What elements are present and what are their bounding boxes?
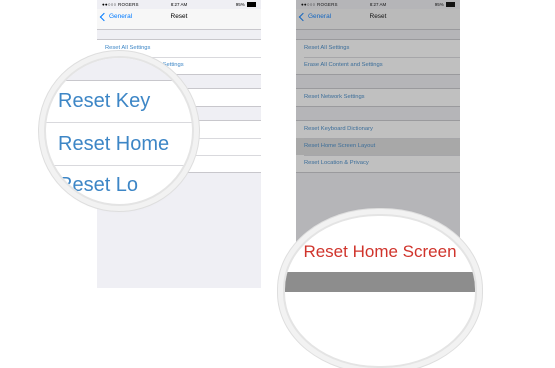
speck bbox=[410, 216, 412, 218]
battery-percent: 95% bbox=[235, 2, 245, 7]
battery-indicator: 95% bbox=[235, 2, 256, 8]
settings-group: Reset Network Settings bbox=[296, 88, 460, 107]
reset-keyboard-dictionary-row[interactable]: Reset Keyboard Dictionary bbox=[296, 121, 460, 138]
reset-location-privacy-row[interactable]: Reset Location & Privacy bbox=[296, 155, 460, 172]
navigation-bar: General Reset bbox=[97, 9, 261, 30]
reset-home-screen-layout-row[interactable]: Reset Home Screen Layout bbox=[296, 138, 460, 155]
status-bar: ●●○○○ ROGERS 8:27 AM 95% bbox=[296, 0, 460, 9]
battery-indicator: 95% bbox=[434, 2, 455, 8]
battery-icon bbox=[247, 2, 256, 8]
magnified-row: Reset Key bbox=[58, 90, 151, 112]
settings-group: Reset All Settings Erase All Content and… bbox=[296, 39, 460, 75]
magnified-row-home: Reset Home bbox=[46, 122, 192, 166]
reset-all-settings-row[interactable]: Reset All Settings bbox=[97, 40, 261, 57]
action-sheet-separator bbox=[285, 272, 475, 292]
page-title: Reset bbox=[170, 13, 188, 20]
navigation-bar: General Reset bbox=[296, 9, 460, 30]
reset-network-settings-row[interactable]: Reset Network Settings bbox=[296, 89, 460, 106]
page-title: Reset bbox=[369, 13, 387, 20]
zoom-magnifier: Reset Key Reset Home Reset Lo bbox=[44, 56, 194, 206]
battery-icon bbox=[446, 2, 455, 8]
settings-group: Reset Keyboard Dictionary Reset Home Scr… bbox=[296, 120, 460, 173]
battery-percent: 95% bbox=[434, 2, 444, 7]
magnified-divider bbox=[46, 58, 192, 81]
magnified-row: Reset Lo bbox=[58, 174, 139, 196]
zoom-magnifier-action: Reset Home Screen bbox=[283, 214, 477, 368]
reset-home-screen-action[interactable]: Reset Home Screen bbox=[285, 242, 475, 262]
status-bar: ●●○○○ ROGERS 8:27 AM 95% bbox=[97, 0, 261, 9]
reset-all-settings-row[interactable]: Reset All Settings bbox=[296, 40, 460, 57]
erase-all-content-row[interactable]: Erase All Content and Settings bbox=[296, 57, 460, 74]
